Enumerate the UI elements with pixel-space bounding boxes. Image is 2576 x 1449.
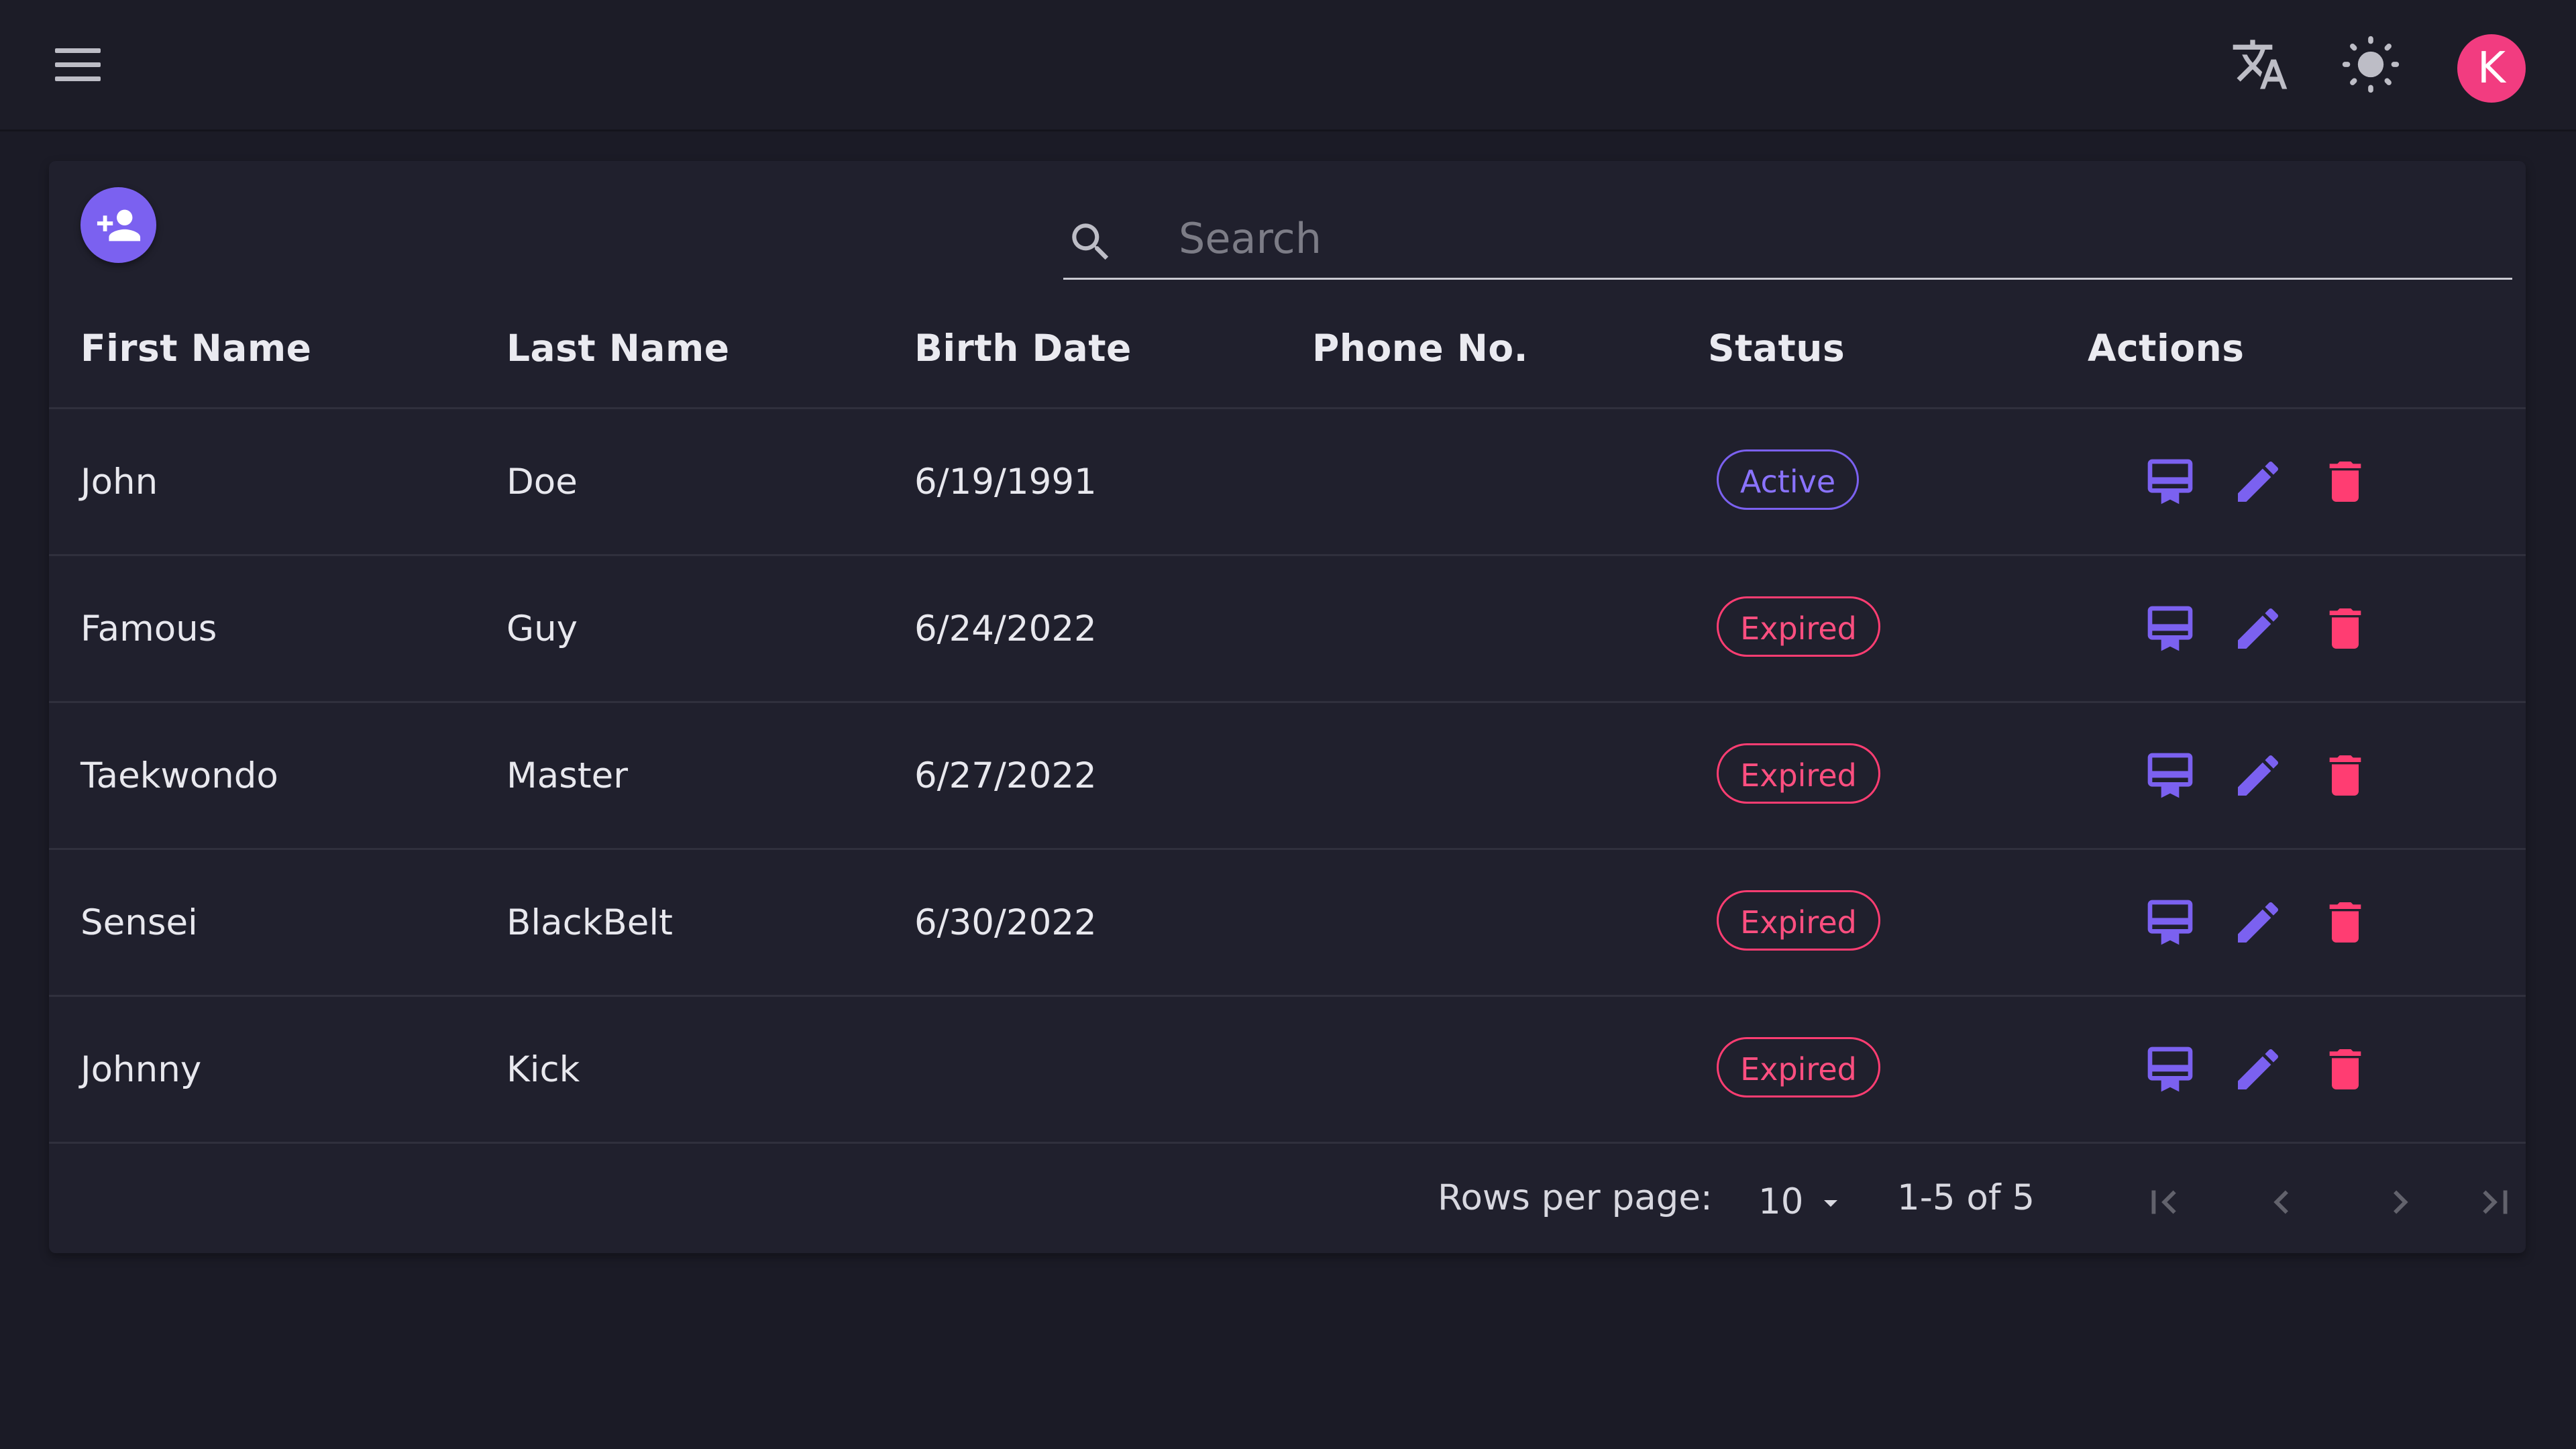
membership-card-button[interactable]: [2143, 455, 2197, 508]
brightness-icon[interactable]: [2340, 34, 2402, 95]
delete-button[interactable]: [2318, 602, 2372, 655]
members-table-card: First Name Last Name Birth Date Phone No…: [49, 161, 2526, 1253]
delete-button[interactable]: [2318, 896, 2372, 949]
chevron-down-icon: [1824, 1200, 1837, 1207]
first-name-cell: Johnny: [80, 1049, 202, 1090]
edit-button[interactable]: [2231, 896, 2285, 949]
delete-trash-icon: [2329, 1049, 2361, 1089]
table-row: Sensei BlackBelt 6/30/2022 Expired: [49, 850, 2526, 997]
status-badge: Expired: [1717, 1037, 1880, 1097]
edit-pencil-icon: [2238, 902, 2279, 943]
delete-trash-icon: [2329, 608, 2361, 649]
membership-card-button[interactable]: [2143, 749, 2197, 802]
status-badge: Expired: [1717, 743, 1880, 804]
delete-trash-icon: [2329, 902, 2361, 943]
table-pagination: Rows per page: 10 1-5 of 5: [49, 1150, 2526, 1253]
last-name-cell: BlackBelt: [506, 902, 673, 943]
previous-page-icon[interactable]: [2258, 1179, 2305, 1226]
birth-date-cell: 6/24/2022: [914, 608, 1097, 649]
search-input[interactable]: [1177, 204, 2495, 272]
card-membership-icon: [2147, 606, 2193, 651]
column-header-birth-date[interactable]: Birth Date: [914, 327, 1132, 370]
edit-button[interactable]: [2231, 749, 2285, 802]
first-name-cell: Famous: [80, 608, 217, 649]
first-name-cell: Taekwondo: [80, 755, 278, 796]
hamburger-menu-icon[interactable]: [54, 46, 105, 83]
last-name-cell: Doe: [506, 462, 578, 502]
birth-date-cell: 6/19/1991: [914, 462, 1097, 502]
last-name-cell: Guy: [506, 608, 578, 649]
table-row: Johnny Kick Expired: [49, 997, 2526, 1144]
search-icon: [1072, 223, 1109, 260]
membership-card-button[interactable]: [2143, 1042, 2197, 1096]
last-name-cell: Master: [506, 755, 628, 796]
status-badge: Active: [1717, 449, 1859, 510]
edit-button[interactable]: [2231, 1042, 2285, 1096]
edit-button[interactable]: [2231, 602, 2285, 655]
edit-pencil-icon: [2238, 608, 2279, 649]
membership-card-button[interactable]: [2143, 896, 2197, 949]
membership-card-button[interactable]: [2143, 602, 2197, 655]
edit-button[interactable]: [2231, 455, 2285, 508]
table-row: Taekwondo Master 6/27/2022 Expired: [49, 703, 2526, 850]
status-badge: Expired: [1717, 596, 1880, 657]
column-header-phone[interactable]: Phone No.: [1312, 327, 1528, 370]
last-page-icon[interactable]: [2472, 1179, 2519, 1226]
column-header-last-name[interactable]: Last Name: [506, 327, 730, 370]
rows-per-page-select[interactable]: 10: [1750, 1175, 1851, 1228]
last-name-cell: Kick: [506, 1049, 580, 1090]
birth-date-cell: 6/27/2022: [914, 755, 1097, 796]
pagination-range: 1-5 of 5: [1897, 1177, 2035, 1218]
table-header: First Name Last Name Birth Date Phone No…: [49, 290, 2526, 409]
card-membership-icon: [2147, 900, 2193, 945]
status-badge: Expired: [1717, 890, 1880, 951]
card-membership-icon: [2147, 753, 2193, 798]
rows-per-page-value: 10: [1758, 1181, 1804, 1222]
add-member-button[interactable]: [80, 187, 156, 263]
edit-pencil-icon: [2238, 461, 2279, 502]
rows-per-page-label: Rows per page:: [1438, 1177, 1713, 1218]
card-membership-icon: [2147, 459, 2193, 504]
table-row: Famous Guy 6/24/2022 Expired: [49, 556, 2526, 703]
column-header-first-name[interactable]: First Name: [80, 327, 311, 370]
column-header-status[interactable]: Status: [1708, 327, 1845, 370]
avatar[interactable]: K: [2457, 34, 2526, 103]
card-membership-icon: [2147, 1046, 2193, 1092]
first-page-icon[interactable]: [2140, 1179, 2187, 1226]
person-add-icon: [97, 209, 141, 241]
delete-button[interactable]: [2318, 1042, 2372, 1096]
delete-trash-icon: [2329, 755, 2361, 796]
delete-trash-icon: [2329, 462, 2361, 502]
edit-pencil-icon: [2238, 755, 2279, 796]
table-row: John Doe 6/19/1991 Active: [49, 409, 2526, 556]
translate-icon[interactable]: [2231, 35, 2290, 94]
birth-date-cell: 6/30/2022: [914, 902, 1097, 943]
delete-button[interactable]: [2318, 749, 2372, 802]
next-page-icon[interactable]: [2377, 1179, 2424, 1226]
first-name-cell: Sensei: [80, 902, 198, 943]
first-name-cell: John: [80, 462, 158, 502]
search-field: [1063, 204, 2512, 280]
delete-button[interactable]: [2318, 455, 2372, 508]
app-bar: K: [0, 0, 2576, 131]
column-header-actions: Actions: [2088, 327, 2245, 370]
edit-pencil-icon: [2238, 1049, 2279, 1089]
